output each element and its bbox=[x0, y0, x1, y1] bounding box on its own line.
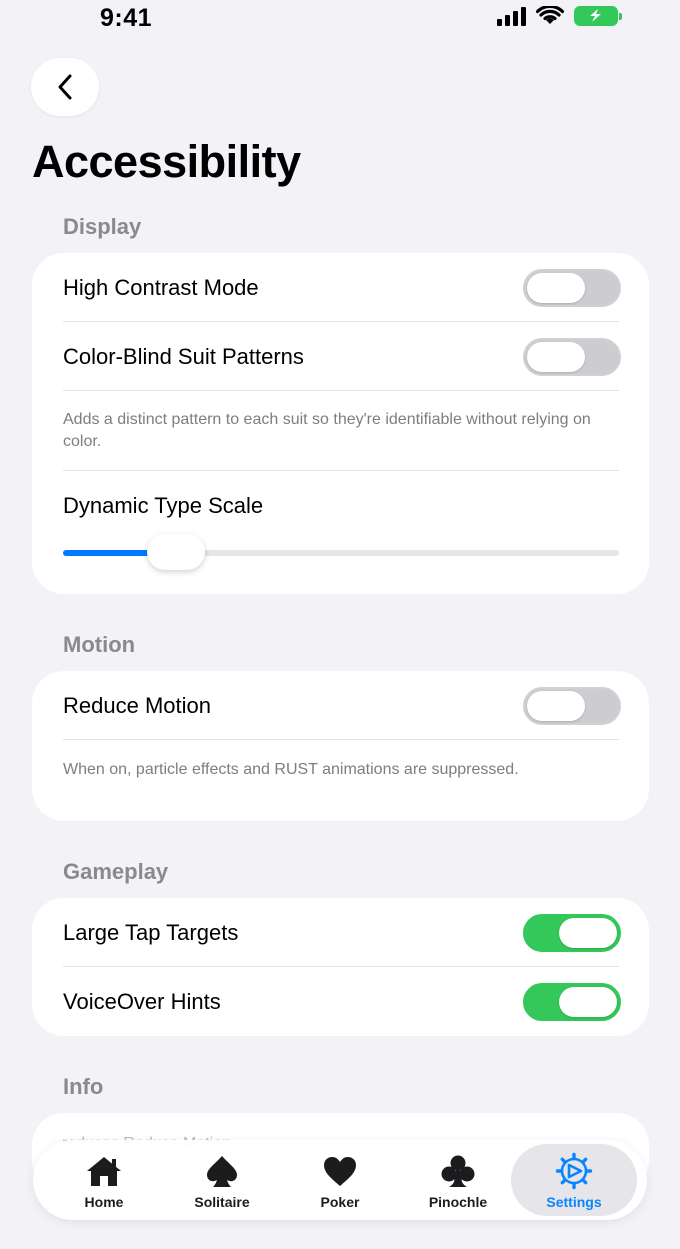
page-title: Accessibility bbox=[32, 136, 301, 187]
divider bbox=[63, 390, 619, 391]
tab-label: Settings bbox=[546, 1194, 602, 1210]
color-blind-label: Color-Blind Suit Patterns bbox=[63, 344, 304, 369]
reduce-motion-toggle[interactable] bbox=[523, 687, 621, 725]
reduce-motion-label: Reduce Motion bbox=[63, 693, 211, 718]
high-contrast-toggle[interactable] bbox=[523, 269, 621, 307]
tab-bar: Home Solitaire Poker Pinochle Settings bbox=[33, 1140, 647, 1220]
spade-icon bbox=[202, 1153, 242, 1189]
divider bbox=[63, 739, 619, 740]
large-tap-label: Large Tap Targets bbox=[63, 920, 239, 945]
toggle-knob bbox=[559, 918, 617, 948]
house-icon bbox=[84, 1153, 124, 1189]
dynamic-type-slider[interactable] bbox=[63, 534, 619, 570]
battery-charging-icon bbox=[574, 6, 622, 26]
toggle-knob bbox=[527, 342, 585, 372]
wifi-icon bbox=[536, 6, 564, 24]
tab-poker[interactable]: Poker bbox=[281, 1144, 399, 1216]
high-contrast-label: High Contrast Mode bbox=[63, 275, 259, 300]
section-header-info: Info bbox=[63, 1074, 104, 1099]
color-blind-footnote: Adds a distinct pattern to each suit so … bbox=[63, 411, 591, 450]
display-card: High Contrast Mode Color-Blind Suit Patt… bbox=[32, 253, 649, 594]
heart-icon bbox=[320, 1153, 360, 1189]
tab-label: Solitaire bbox=[194, 1194, 250, 1210]
toggle-knob bbox=[527, 691, 585, 721]
tab-label: Pinochle bbox=[428, 1194, 488, 1210]
tab-home[interactable]: Home bbox=[45, 1144, 163, 1216]
status-icons bbox=[497, 6, 622, 26]
voiceover-toggle[interactable] bbox=[523, 983, 621, 1021]
voiceover-label: VoiceOver Hints bbox=[63, 989, 221, 1014]
motion-card: Reduce Motion When on, particle effects … bbox=[32, 671, 649, 821]
gameplay-card: Large Tap Targets VoiceOver Hints bbox=[32, 898, 649, 1036]
club-icon bbox=[438, 1153, 478, 1189]
tab-settings[interactable]: Settings bbox=[511, 1144, 637, 1216]
toggle-knob bbox=[559, 987, 617, 1017]
dynamic-type-label: Dynamic Type Scale bbox=[63, 493, 264, 518]
section-header-gameplay: Gameplay bbox=[63, 859, 169, 884]
status-bar: 9:41 bbox=[0, 0, 680, 40]
color-blind-toggle[interactable] bbox=[523, 338, 621, 376]
gear-icon bbox=[554, 1152, 594, 1190]
section-header-display: Display bbox=[63, 214, 142, 239]
cellular-signal-icon bbox=[497, 6, 526, 26]
section-header-motion: Motion bbox=[63, 632, 136, 657]
tab-label: Poker bbox=[320, 1194, 360, 1210]
status-time: 9:41 bbox=[100, 4, 153, 32]
slider-fill bbox=[63, 550, 157, 556]
chevron-left-icon bbox=[58, 74, 72, 100]
toggle-knob bbox=[527, 273, 585, 303]
tab-solitaire[interactable]: Solitaire bbox=[163, 1144, 281, 1216]
back-button[interactable] bbox=[31, 58, 99, 116]
tab-pinochle[interactable]: Pinochle bbox=[399, 1144, 517, 1216]
dynamic-type-row: Dynamic Type Scale bbox=[63, 471, 619, 531]
tab-label: Home bbox=[84, 1194, 124, 1210]
slider-thumb[interactable] bbox=[147, 534, 205, 570]
reduce-motion-footnote: When on, particle effects and RUST anima… bbox=[63, 761, 519, 778]
large-tap-toggle[interactable] bbox=[523, 914, 621, 952]
